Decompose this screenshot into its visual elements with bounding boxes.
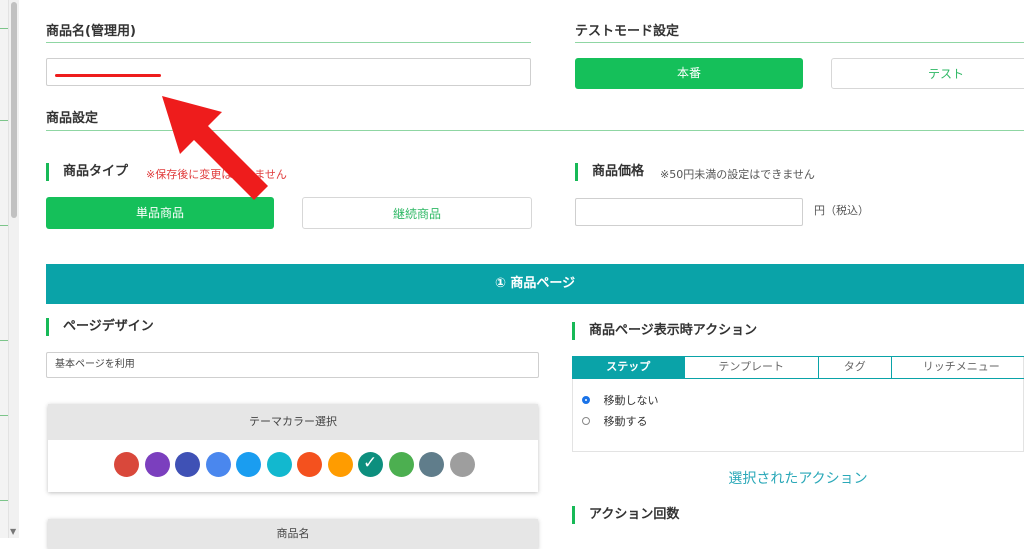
action-count-label: アクション回数 bbox=[572, 506, 679, 524]
product-name-card: 商品名 bbox=[48, 519, 538, 549]
scrollbar-thumb[interactable] bbox=[11, 2, 17, 218]
test-mode-title: テストモード設定 bbox=[575, 24, 680, 39]
page-design-select[interactable]: 基本ページを利用 bbox=[46, 352, 539, 378]
color-swatch[interactable] bbox=[297, 452, 322, 477]
color-swatch[interactable] bbox=[327, 452, 353, 477]
product-name-input[interactable] bbox=[46, 58, 531, 86]
tab-template[interactable]: テンプレート bbox=[685, 357, 819, 378]
production-mode-button[interactable]: 本番 bbox=[575, 58, 803, 89]
rail-tick bbox=[0, 415, 8, 416]
product-page-section-bar[interactable]: ① 商品ページ bbox=[46, 264, 1024, 304]
tab-rich-menu[interactable]: リッチメニュー bbox=[892, 357, 1024, 378]
tab-tag[interactable]: タグ bbox=[819, 357, 892, 378]
color-swatch[interactable] bbox=[236, 452, 261, 477]
left-rail bbox=[0, 0, 9, 538]
page-action-tabs: ステップ テンプレート タグ リッチメニュー bbox=[572, 356, 1024, 379]
page-action-label: 商品ページ表示時アクション bbox=[572, 322, 757, 340]
theme-color-swatches: ✓ bbox=[48, 440, 538, 492]
color-swatch[interactable] bbox=[114, 452, 139, 477]
price-unit: 円（税込） bbox=[814, 204, 869, 217]
rail-tick bbox=[0, 120, 8, 121]
product-price-label: 商品価格 bbox=[575, 163, 644, 181]
color-swatch[interactable] bbox=[388, 452, 414, 477]
radio-selected-icon[interactable] bbox=[582, 396, 590, 404]
color-swatch[interactable] bbox=[266, 452, 292, 477]
theme-color-title: テーマカラー選択 bbox=[48, 404, 538, 440]
color-swatch[interactable] bbox=[175, 452, 200, 477]
rail-tick bbox=[0, 225, 8, 226]
action-option-label: 移動する bbox=[603, 415, 648, 428]
red-arrow-annotation-icon bbox=[162, 96, 268, 200]
product-price-input[interactable] bbox=[575, 198, 803, 226]
section-divider bbox=[575, 42, 1024, 43]
rail-tick bbox=[0, 500, 8, 501]
rail-tick bbox=[0, 340, 8, 341]
color-swatch[interactable] bbox=[144, 452, 170, 477]
rail-tick bbox=[0, 28, 8, 29]
color-swatch[interactable] bbox=[205, 452, 231, 477]
tab-step[interactable]: ステップ bbox=[573, 357, 685, 378]
product-type-label: 商品タイプ bbox=[46, 163, 128, 181]
color-swatch[interactable] bbox=[419, 452, 444, 477]
section-divider bbox=[46, 42, 531, 43]
product-price-note: ※50円未満の設定はできません bbox=[660, 168, 815, 181]
action-option-row[interactable]: 移動しない bbox=[582, 392, 659, 408]
test-mode-button[interactable]: テスト bbox=[831, 58, 1024, 89]
color-swatch[interactable] bbox=[449, 452, 475, 477]
radio-unselected-icon[interactable] bbox=[582, 417, 590, 425]
color-swatch-selected[interactable]: ✓ bbox=[358, 452, 383, 477]
selected-action-link[interactable]: 選択されたアクション bbox=[572, 468, 1024, 488]
checkmark-icon: ✓ bbox=[363, 453, 378, 473]
theme-color-card: テーマカラー選択 ✓ bbox=[48, 404, 538, 492]
scroll-down-arrow-icon[interactable]: ▼ bbox=[10, 527, 16, 536]
vertical-scrollbar[interactable]: ▼ bbox=[9, 0, 19, 538]
product-settings-title: 商品設定 bbox=[46, 111, 99, 126]
action-option-label: 移動しない bbox=[603, 394, 659, 407]
action-option-row[interactable]: 移動する bbox=[582, 413, 648, 429]
product-name-card-title: 商品名 bbox=[48, 519, 538, 549]
product-name-title: 商品名(管理用) bbox=[46, 24, 136, 39]
recurring-product-button[interactable]: 継続商品 bbox=[302, 197, 532, 229]
red-underline-annotation bbox=[55, 74, 161, 77]
page-design-label: ページデザイン bbox=[46, 318, 154, 336]
